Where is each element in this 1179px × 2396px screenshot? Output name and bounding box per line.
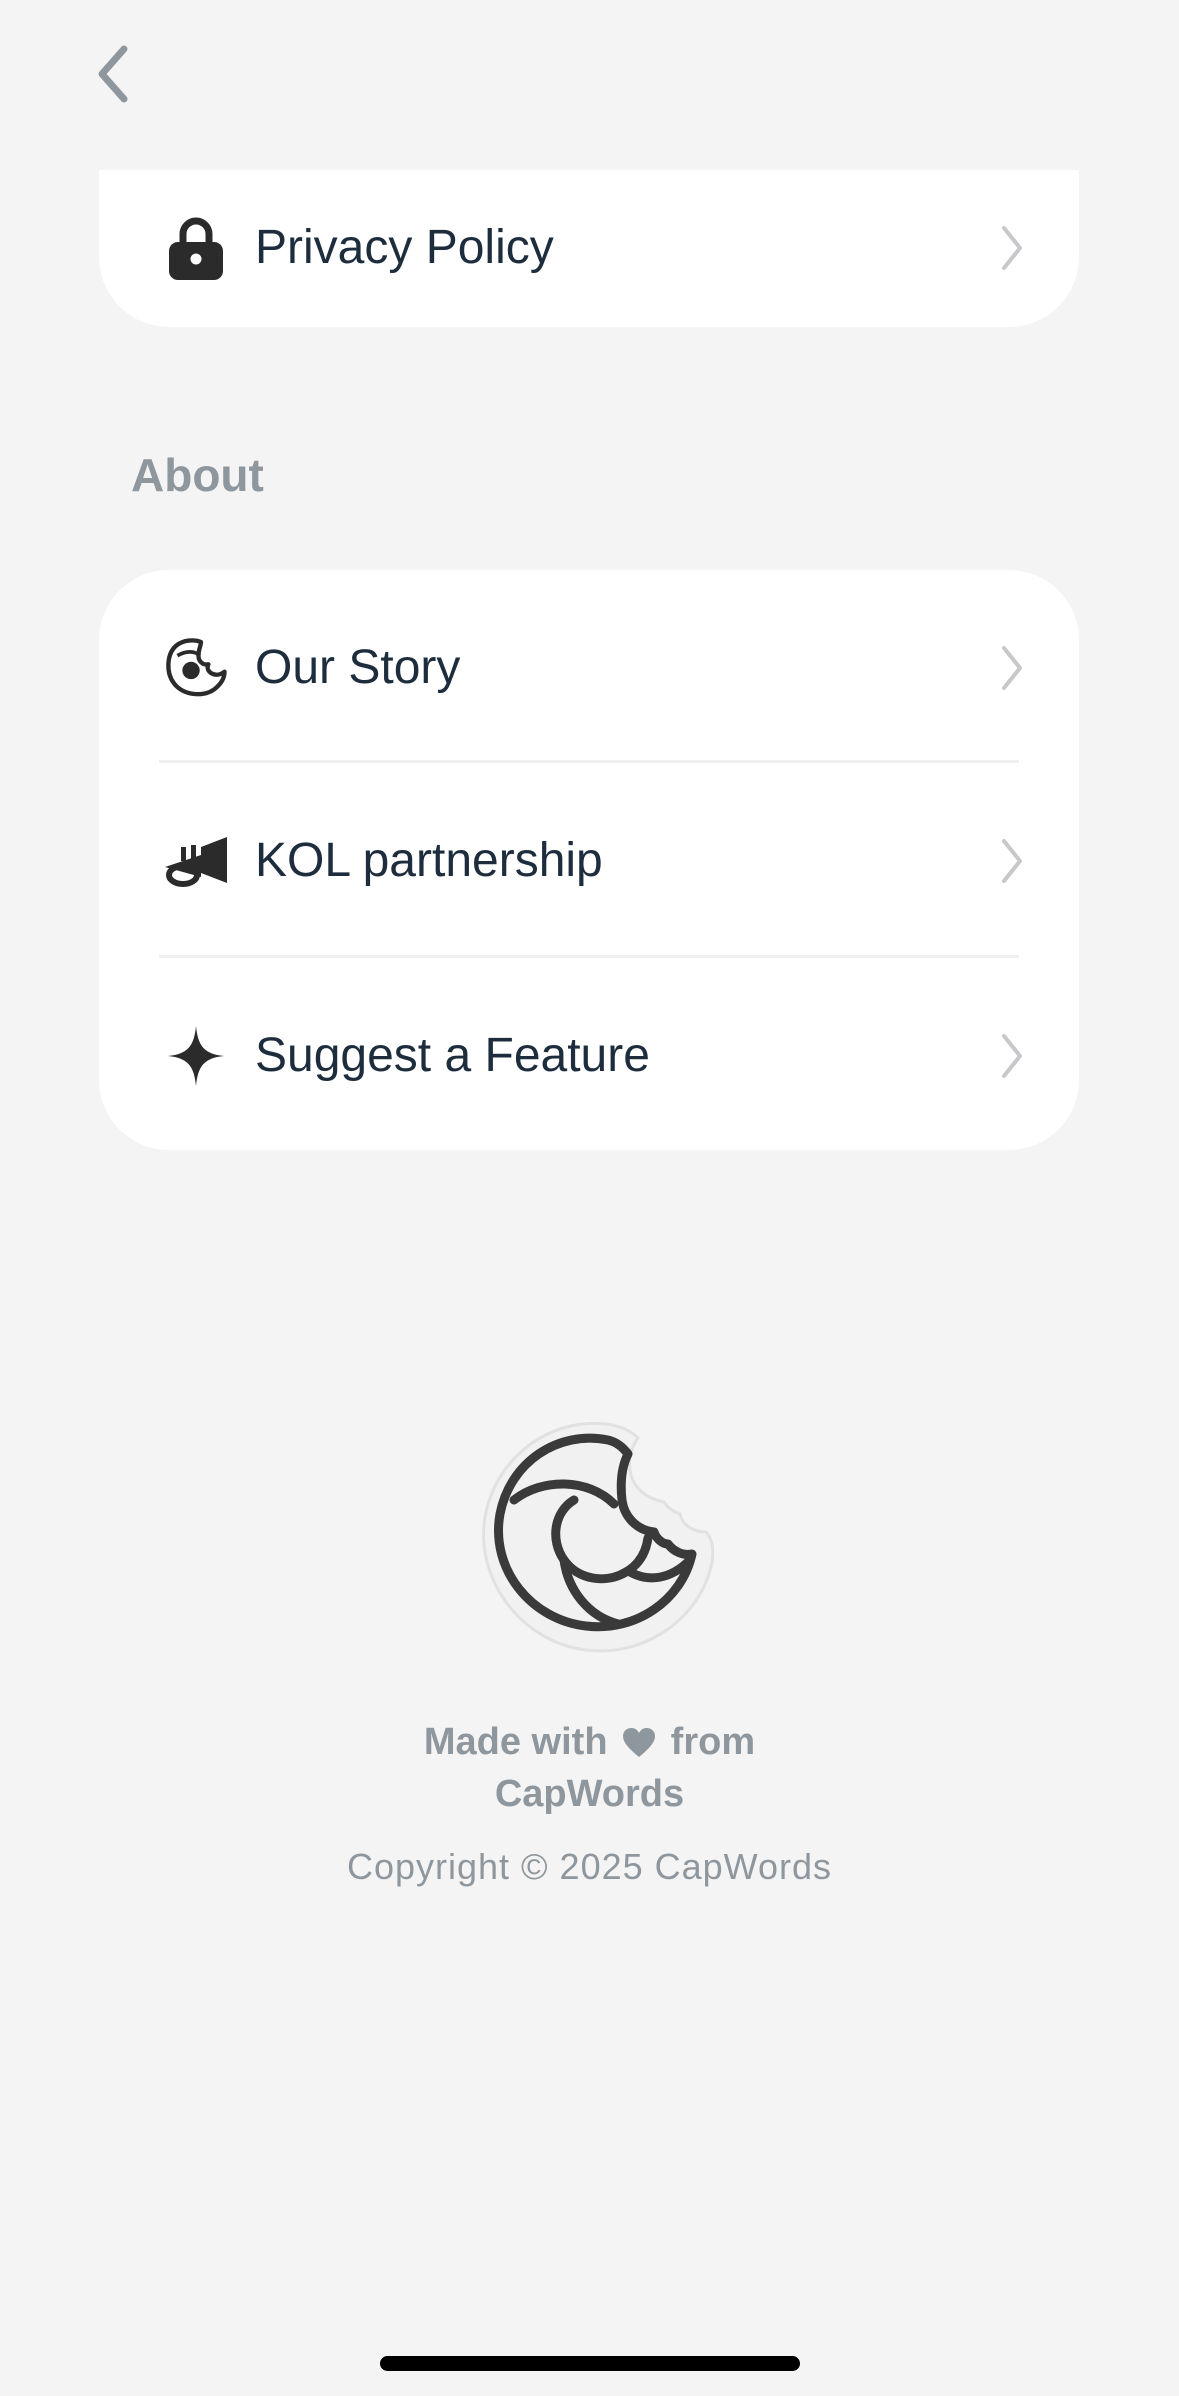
chevron-left-icon (94, 43, 130, 110)
heart-icon (622, 1722, 656, 1770)
trumpet-icon (161, 826, 231, 896)
back-button[interactable] (82, 36, 142, 116)
lock-icon (161, 213, 231, 283)
chevron-right-icon (997, 1028, 1027, 1084)
kol-partnership-label: KOL partnership (255, 834, 603, 887)
about-section-title: About (131, 449, 264, 501)
our-story-item[interactable]: Our Story (99, 570, 1079, 765)
privacy-policy-item[interactable]: Privacy Policy (99, 150, 1079, 345)
privacy-policy-label: Privacy Policy (255, 221, 554, 274)
about-card: Our Story KOL partnership Suggest a Feat… (99, 570, 1079, 1150)
capwords-logo (478, 1420, 715, 1656)
suggest-feature-label: Suggest a Feature (255, 1029, 650, 1082)
copyright-text: Copyright © 2025 CapWords (346, 1846, 833, 1887)
settings-card-top: Privacy Policy (99, 170, 1079, 327)
sparkle-icon (161, 1021, 231, 1091)
capwords-logo-icon (161, 633, 231, 703)
kol-partnership-item[interactable]: KOL partnership (99, 763, 1079, 958)
suggest-feature-item[interactable]: Suggest a Feature (99, 958, 1079, 1153)
home-indicator[interactable] (380, 2356, 800, 2371)
made-with-text: Made with from CapWords (0, 1718, 1179, 1818)
chevron-right-icon (997, 640, 1027, 696)
made-with-prefix: Made with (423, 1721, 608, 1763)
made-with-suffix: from (670, 1721, 756, 1763)
chevron-right-icon (997, 833, 1027, 889)
our-story-label: Our Story (255, 641, 461, 694)
chevron-right-icon (997, 220, 1027, 276)
brand-name: CapWords (494, 1773, 685, 1815)
